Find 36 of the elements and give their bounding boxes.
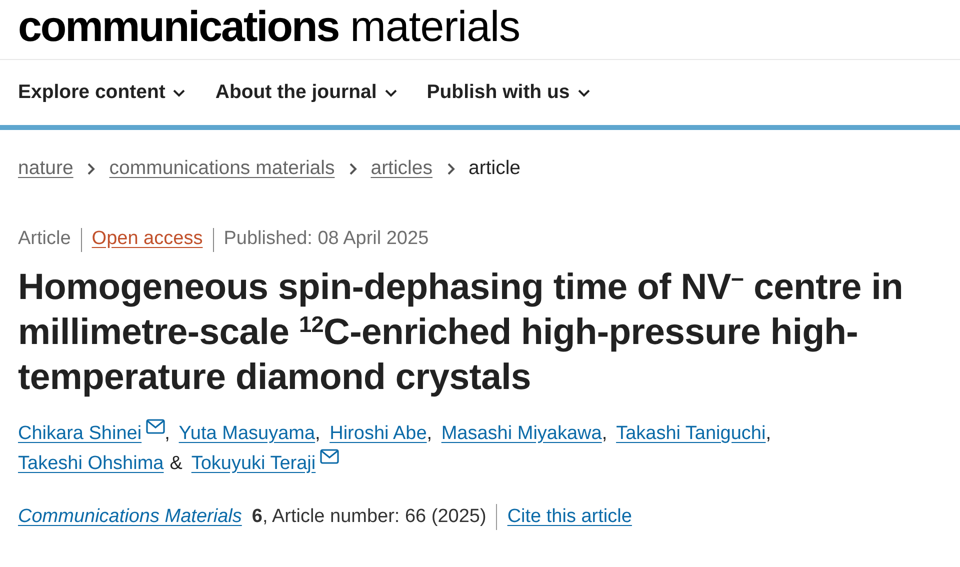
breadcrumb-link[interactable]: communications materials xyxy=(109,154,335,184)
open-access-link[interactable]: Open access xyxy=(92,225,203,254)
citation-details: 6, Article number: 66 (2025) xyxy=(252,504,486,529)
author-link[interactable]: Tokuyuki Teraji xyxy=(191,452,339,474)
email-icon xyxy=(146,418,165,434)
chevron-right-icon xyxy=(348,162,357,175)
author-separator: & xyxy=(170,452,182,474)
chevron-down-icon xyxy=(578,88,590,96)
chevron-down-icon xyxy=(173,88,186,96)
cite-article-link[interactable]: Cite this article xyxy=(507,502,632,532)
article-title: Homogeneous spin-dephasing time of NV$^{−}$ centre in millimetre-scale $^{12}$C-enriched high-pressure high-temperature diamond crystals xyxy=(18,264,904,399)
chevron-right-icon xyxy=(446,162,454,175)
journal-link[interactable]: Communications Materials xyxy=(18,502,242,532)
nav-menu-button[interactable]: Explore content xyxy=(18,78,186,108)
author-link[interactable]: Chikara Shinei xyxy=(18,422,165,444)
nav-menu-button[interactable]: About the journal xyxy=(215,78,397,108)
breadcrumb-link[interactable]: nature xyxy=(18,154,74,184)
author-separator: , xyxy=(164,422,170,444)
author-separator: , xyxy=(315,422,320,444)
published-date: Published: 08 April 2025 xyxy=(224,227,429,252)
breadcrumb-current: article xyxy=(468,156,521,181)
journal-logo[interactable]: communications materials xyxy=(18,4,520,50)
author-link[interactable]: Hiroshi Abe xyxy=(330,422,427,444)
email-icon xyxy=(320,448,339,464)
chevron-down-icon xyxy=(384,88,397,96)
breadcrumb-link[interactable]: articles xyxy=(370,154,432,184)
article-type: Article xyxy=(18,227,71,252)
chevron-right-icon xyxy=(87,162,96,175)
author-link[interactable]: Yuta Masuyama xyxy=(178,422,316,444)
author-link[interactable]: Takeshi Ohshima xyxy=(18,452,164,474)
nav-menu-button[interactable]: Publish with us xyxy=(426,78,590,108)
author-link[interactable]: Takashi Taniguchi xyxy=(616,422,766,444)
author-separator: , xyxy=(766,422,771,444)
author-separator: , xyxy=(426,422,432,444)
author-link[interactable]: Masashi Miyakawa xyxy=(441,422,602,444)
author-separator: , xyxy=(602,422,608,444)
